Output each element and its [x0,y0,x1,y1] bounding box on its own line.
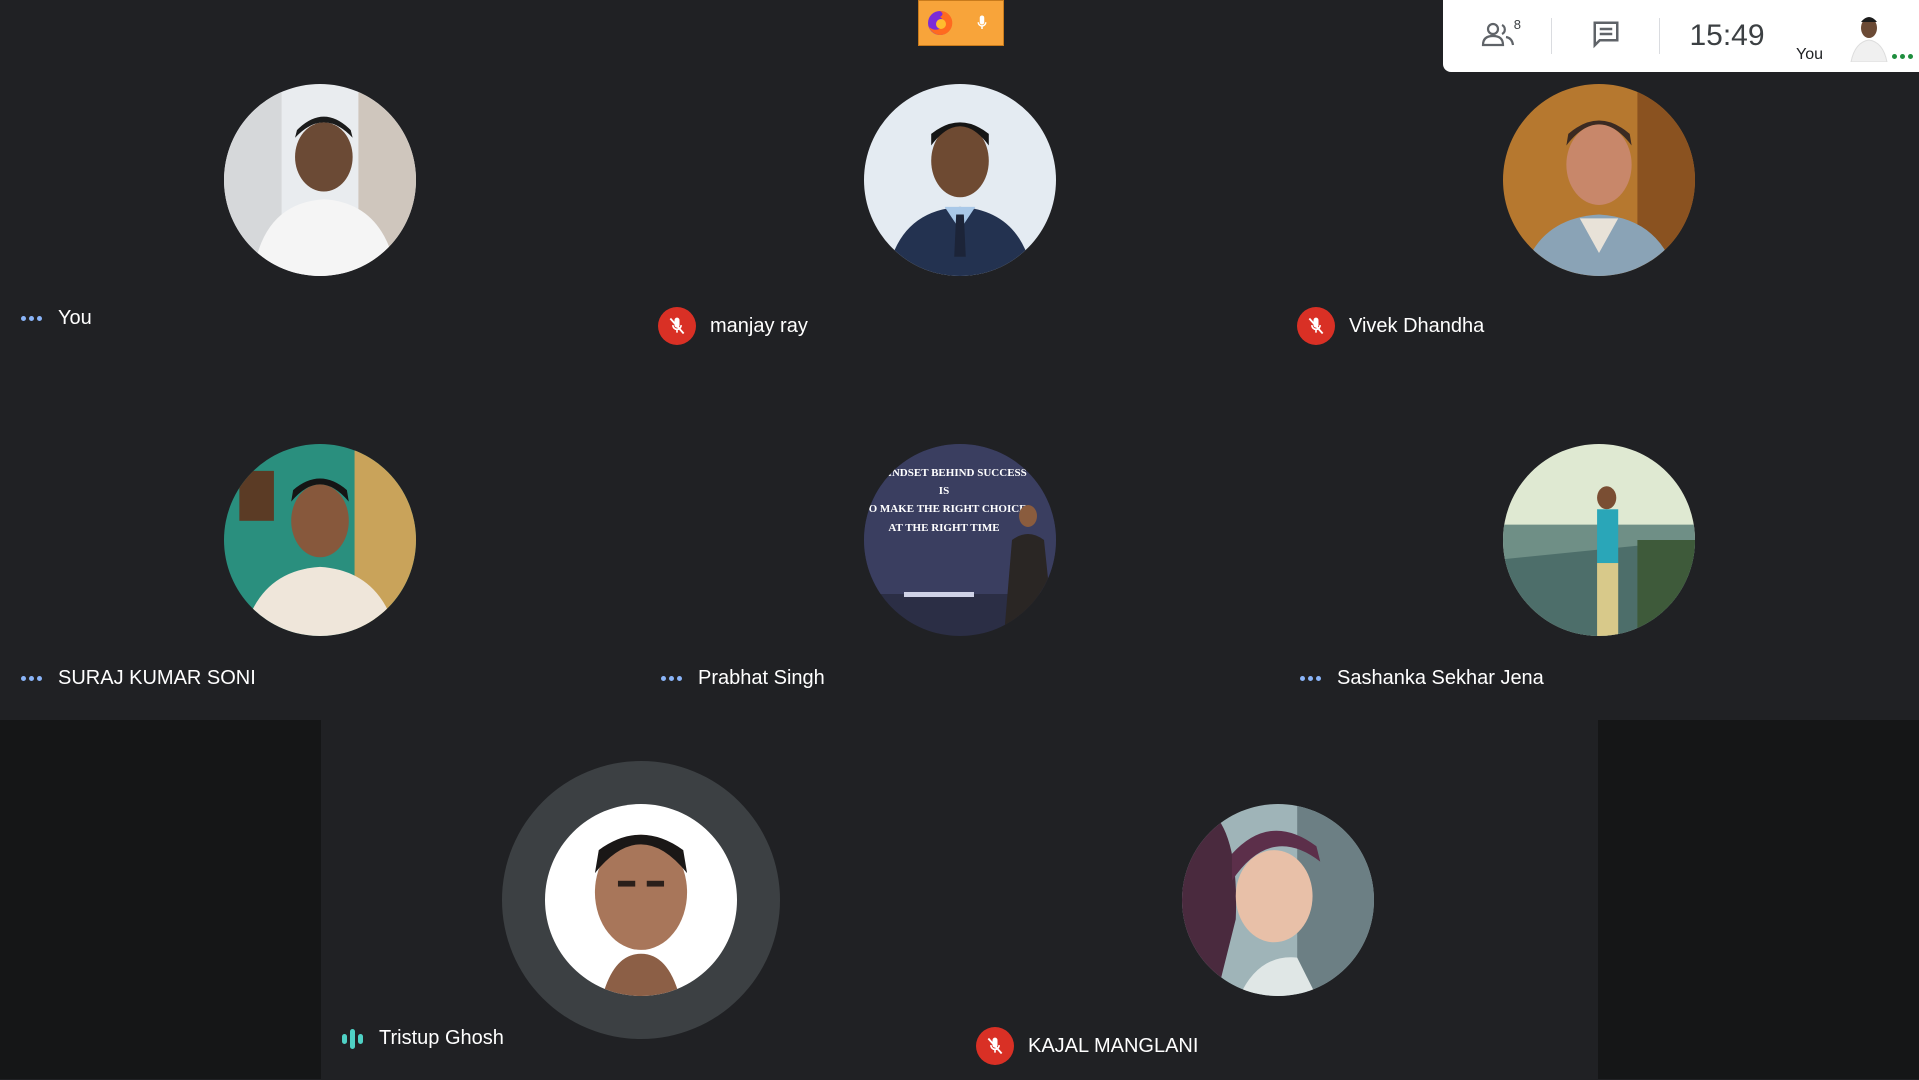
participant-name: Sashanka Sekhar Jena [1337,667,1544,689]
meeting-controls-panel: 8 15:49 You [1443,0,1919,72]
participant-tile-sashanka-sekhar-jena[interactable]: Sashanka Sekhar Jena [1279,360,1919,720]
self-view-label: You [1796,46,1823,63]
more-options-icon[interactable] [658,676,684,681]
microphone-icon[interactable] [961,1,1003,45]
slide-text-line2: IS [939,485,949,497]
firefox-icon [919,1,961,45]
participant-tile-kajal-manglani[interactable]: KAJAL MANGLANI [958,720,1598,1080]
more-options-icon[interactable] [18,316,44,321]
people-button[interactable]: 8 [1463,12,1533,60]
slide-text-line4: AT THE RIGHT TIME [888,522,999,534]
meeting-clock: 15:49 [1677,12,1777,60]
more-options-icon[interactable] [18,676,44,681]
avatar [545,804,737,996]
participant-tile-tristup-ghosh[interactable]: Tristup Ghosh [321,720,961,1080]
people-icon: 8 [1481,17,1521,52]
firefox-sharing-indicator[interactable] [918,0,1004,46]
participant-name: manjay ray [710,314,808,337]
mic-off-icon [1297,307,1335,345]
bottom-left-empty-area [0,720,321,1079]
slide-text-line3: TO MAKE THE RIGHT CHOICE [864,503,1027,515]
participant-name: Prabhat Singh [698,667,825,689]
mic-off-icon [976,1027,1014,1065]
avatar: MINDSET BEHIND SUCCESS IS TO MAKE THE RI… [864,444,1056,636]
chat-button[interactable] [1571,12,1641,60]
participant-tile-manjay-ray[interactable]: manjay ray [640,0,1280,360]
self-view-thumbnail[interactable] [1843,10,1895,62]
mic-off-icon [658,307,696,345]
audio-level-icon [339,1028,365,1049]
avatar [864,84,1056,276]
participant-count: 8 [1513,16,1521,32]
chat-icon [1590,19,1622,54]
participant-tile-prabhat-singh[interactable]: MINDSET BEHIND SUCCESS IS TO MAKE THE RI… [640,360,1280,720]
divider [1659,18,1660,54]
participant-name: SURAJ KUMAR SONI [58,667,256,689]
more-options-icon[interactable] [1297,676,1323,681]
clock-time: 15:49 [1689,19,1765,52]
participant-tile-suraj-kumar-soni[interactable]: SURAJ KUMAR SONI [0,360,640,720]
participant-name: KAJAL MANGLANI [1028,1034,1199,1057]
more-options-icon[interactable] [1892,54,1913,59]
avatar [1182,804,1374,996]
avatar [1503,84,1695,276]
divider [1551,18,1552,54]
avatar [1503,444,1695,636]
participant-name: You [58,307,92,329]
avatar [224,444,416,636]
participant-name: Vivek Dhandha [1349,314,1485,337]
slide-text-line1: MINDSET BEHIND SUCCESS [877,467,1027,479]
avatar [224,84,416,276]
bottom-right-empty-area [1598,720,1919,1079]
participant-name: Tristup Ghosh [379,1027,504,1049]
participant-tile-you[interactable]: You [0,0,640,360]
